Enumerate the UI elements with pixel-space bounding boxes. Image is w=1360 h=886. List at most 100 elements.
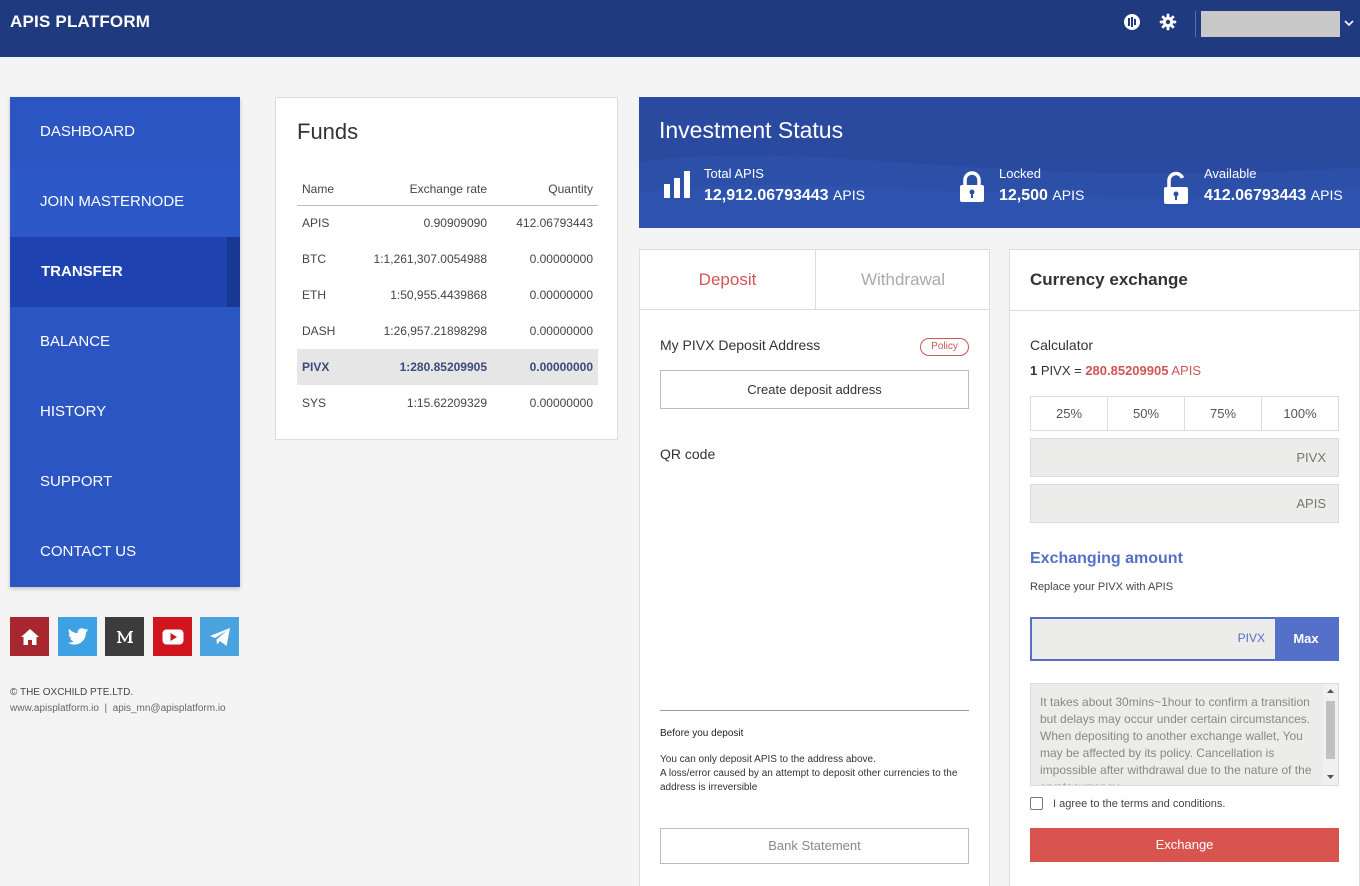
fund-rate: 0.90909090 <box>423 216 487 231</box>
funds-table: Name Exchange rate Quantity APIS 0.90909… <box>297 173 598 421</box>
percent-selector: 25% 50% 75% 100% <box>1030 396 1339 431</box>
funds-title: Funds <box>297 119 359 144</box>
available-value: 412.06793443 APIS <box>1204 187 1343 204</box>
fund-quantity: 0.00000000 <box>529 252 593 266</box>
divider <box>660 710 969 711</box>
sidebar-nav: DASHBOARD JOIN MASTERNODE TRANSFER BALAN… <box>10 97 240 587</box>
fund-name: DASH <box>302 324 336 338</box>
exchange-button[interactable]: Exchange <box>1030 828 1339 862</box>
qr-code-label: QR code <box>660 446 716 462</box>
total-apis-label: Total APIS <box>704 166 764 181</box>
fund-name: BTC <box>302 252 326 266</box>
agree-checkbox[interactable] <box>1030 797 1043 810</box>
exchanging-amount-title: Exchanging amount <box>1030 550 1183 567</box>
sidebar-item-dashboard[interactable]: DASHBOARD <box>10 97 240 167</box>
column-header-exchange-rate: Exchange rate <box>357 173 487 206</box>
fund-quantity: 0.00000000 <box>487 349 598 385</box>
twitter-icon <box>67 627 88 645</box>
account-selector[interactable] <box>1201 11 1340 37</box>
table-row[interactable]: SYS 1:15.62209329 0.00000000 <box>297 385 598 421</box>
contact-text: www.apisplatform.io | apis_mn@apisplatfo… <box>10 703 226 714</box>
pivx-amount-field[interactable]: PIVX <box>1030 438 1339 477</box>
telegram-icon <box>209 627 230 646</box>
fund-rate: 1:50,955.4439868 <box>390 288 487 302</box>
fund-name: PIVX <box>297 349 357 385</box>
fund-quantity: 0.00000000 <box>529 324 593 338</box>
create-deposit-address-button[interactable]: Create deposit address <box>660 370 969 409</box>
percent-25-button[interactable]: 25% <box>1031 397 1108 430</box>
notice-box[interactable]: It takes about 30mins~1hour to confirm a… <box>1030 683 1339 786</box>
fund-quantity: 0.00000000 <box>529 396 593 410</box>
table-row[interactable]: ETH 1:50,955.4439868 0.00000000 <box>297 277 598 313</box>
tab-withdrawal[interactable]: Withdrawal <box>815 250 990 310</box>
locked-label: Locked <box>999 166 1041 181</box>
fund-name: APIS <box>302 216 330 231</box>
percent-50-button[interactable]: 50% <box>1108 397 1185 430</box>
table-row-selected[interactable]: PIVX 1:280.85209905 0.00000000 <box>297 349 598 385</box>
sidebar-item-transfer[interactable]: TRANSFER <box>10 237 240 307</box>
youtube-icon <box>162 629 183 644</box>
divider <box>1010 310 1360 311</box>
agree-label[interactable]: I agree to the terms and conditions. <box>1053 798 1225 810</box>
scroll-up-icon[interactable] <box>1326 687 1335 695</box>
apis-amount-field[interactable]: APIS <box>1030 484 1339 523</box>
table-row[interactable]: APIS 0.90909090 412.06793443 <box>297 205 598 241</box>
fund-name: ETH <box>302 288 326 302</box>
fund-rate: 1:1,261,307.0054988 <box>373 252 487 266</box>
twitter-link[interactable] <box>58 617 97 656</box>
percent-100-button[interactable]: 100% <box>1262 397 1338 430</box>
bank-statement-button[interactable]: Bank Statement <box>660 828 969 864</box>
before-deposit-line: A loss/error caused by an attempt to dep… <box>660 768 958 793</box>
table-row[interactable]: DASH 1:26,957.21898298 0.00000000 <box>297 313 598 349</box>
sidebar-item-balance[interactable]: BALANCE <box>10 307 240 377</box>
currency-exchange-title: Currency exchange <box>1030 270 1188 289</box>
language-icon[interactable] <box>1123 13 1141 31</box>
before-deposit-line: You can only deposit APIS to the address… <box>660 754 876 765</box>
youtube-link[interactable] <box>153 617 192 656</box>
bar-chart-icon <box>664 171 690 198</box>
medium-link[interactable] <box>105 617 144 656</box>
deposit-address-label: My PIVX Deposit Address <box>660 337 821 353</box>
calculator-label: Calculator <box>1030 337 1094 353</box>
locked-value: 12,500 APIS <box>999 187 1085 204</box>
deposit-panel: Deposit Withdrawal My PIVX Deposit Addre… <box>639 249 990 886</box>
chevron-down-icon[interactable] <box>1343 17 1355 29</box>
sidebar-item-join-masternode[interactable]: JOIN MASTERNODE <box>10 167 240 237</box>
home-icon <box>20 628 39 645</box>
top-bar: APIS PLATFORM <box>0 0 1360 57</box>
sidebar-item-history[interactable]: HISTORY <box>10 377 240 447</box>
scrollbar-thumb[interactable] <box>1326 701 1335 759</box>
sidebar-item-support[interactable]: SUPPORT <box>10 447 240 517</box>
home-link[interactable] <box>10 617 49 656</box>
notice-text: It takes about 30mins~1hour to confirm a… <box>1040 695 1312 785</box>
telegram-link[interactable] <box>200 617 239 656</box>
brand-logo[interactable]: APIS PLATFORM <box>10 12 150 32</box>
column-header-name: Name <box>297 173 357 206</box>
table-row[interactable]: BTC 1:1,261,307.0054988 0.00000000 <box>297 241 598 277</box>
column-header-quantity: Quantity <box>487 173 598 206</box>
exchanging-amount-subtitle: Replace your PIVX with APIS <box>1030 581 1174 593</box>
currency-exchange-panel: Currency exchange Calculator 1 PIVX = 28… <box>1009 249 1360 886</box>
max-button[interactable]: Max <box>1275 619 1337 659</box>
exchange-amount-input[interactable]: PIVX Max <box>1030 617 1339 661</box>
scroll-down-icon[interactable] <box>1326 773 1335 781</box>
amount-unit: PIVX <box>1237 631 1265 645</box>
table-header-row: Name Exchange rate Quantity <box>297 173 598 206</box>
percent-75-button[interactable]: 75% <box>1185 397 1262 430</box>
copyright-text: © THE OXCHILD PTE.LTD. <box>10 687 134 698</box>
tab-deposit[interactable]: Deposit <box>640 250 815 310</box>
gear-icon[interactable] <box>1159 13 1177 31</box>
fund-rate: 1:280.85209905 <box>357 349 487 385</box>
total-apis-value: 12,912.06793443 APIS <box>704 187 865 204</box>
investment-title: Investment Status <box>659 117 844 143</box>
fund-name: SYS <box>302 396 327 410</box>
fund-rate: 1:26,957.21898298 <box>383 324 487 338</box>
scrollbar[interactable] <box>1323 684 1338 785</box>
policy-button[interactable]: Policy <box>920 338 969 356</box>
available-label: Available <box>1204 166 1257 181</box>
before-deposit-title: Before you deposit <box>660 728 744 739</box>
unlock-icon <box>1164 171 1188 204</box>
lock-icon <box>960 171 984 202</box>
sidebar-item-contact-us[interactable]: CONTACT US <box>10 517 240 587</box>
fund-quantity: 0.00000000 <box>529 288 593 302</box>
